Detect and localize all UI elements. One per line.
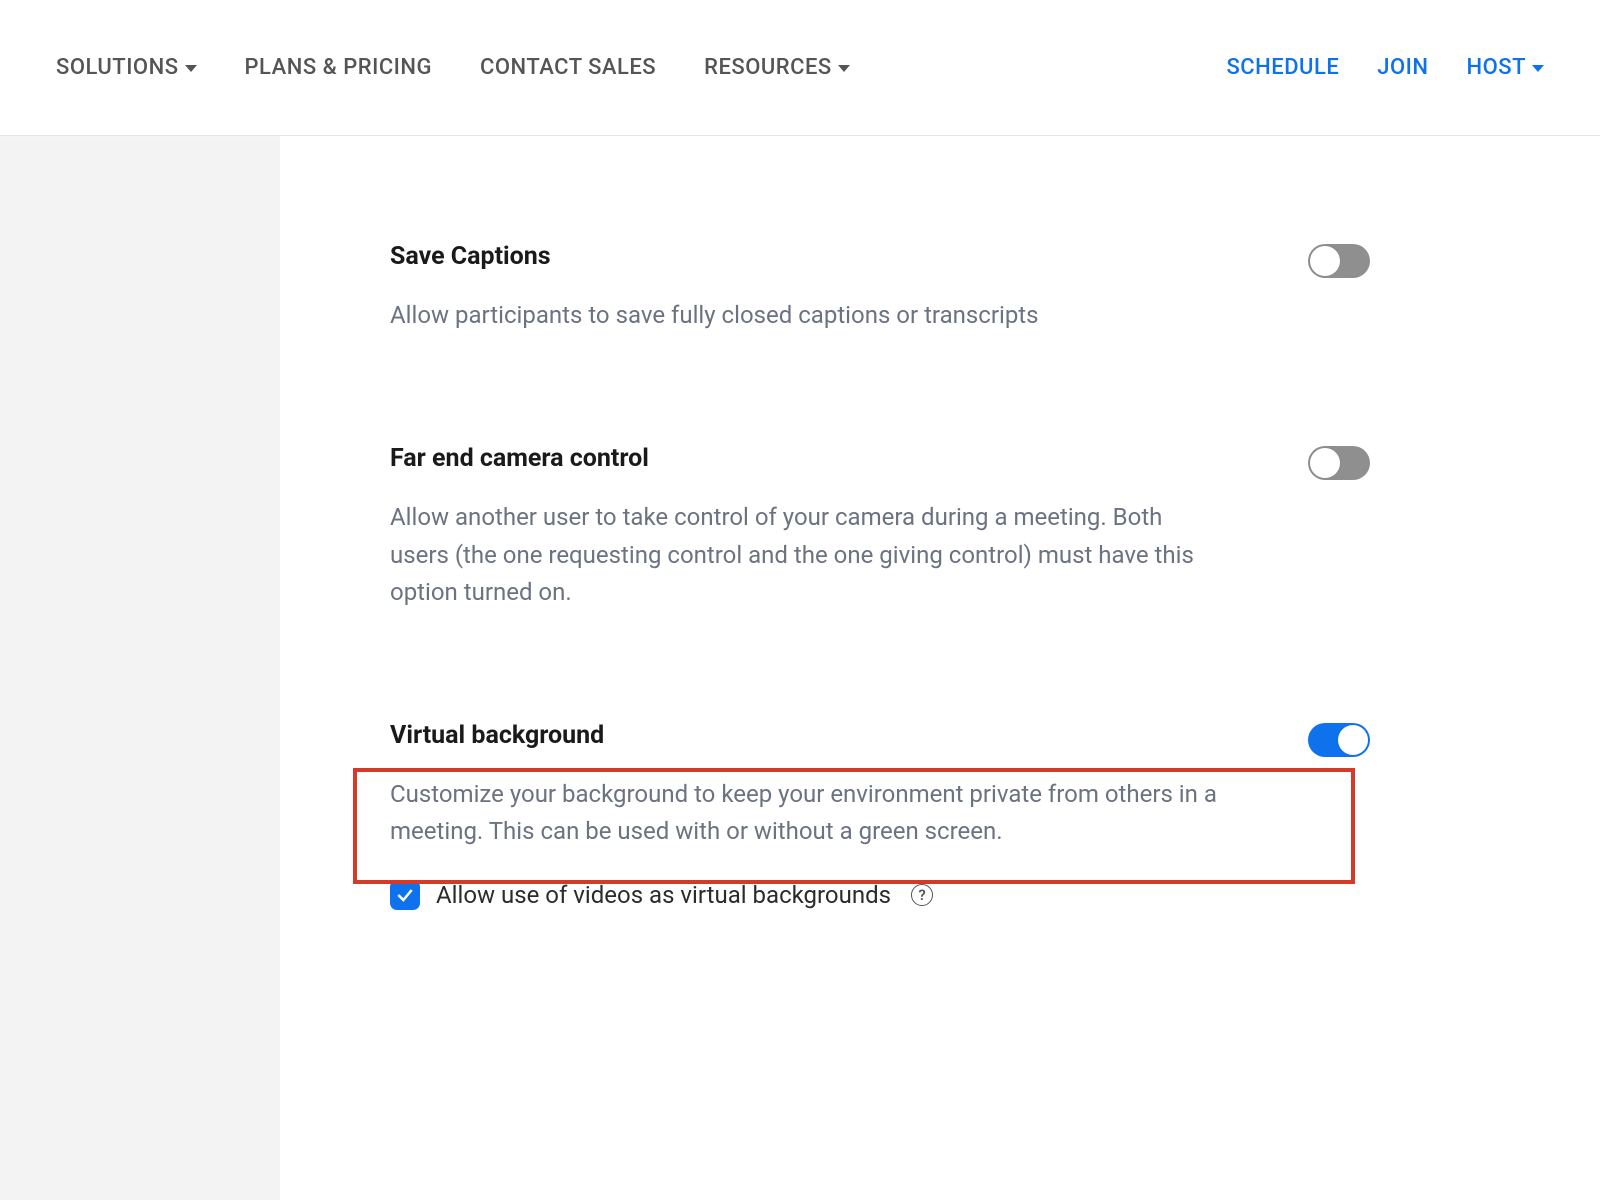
sidebar-area [0, 137, 280, 1200]
nav-host[interactable]: HOST [1467, 55, 1545, 80]
nav-label: RESOURCES [704, 55, 832, 80]
help-icon[interactable]: ? [911, 884, 933, 906]
setting-save-captions: Save Captions Allow participants to save… [390, 242, 1370, 334]
nav-label: PLANS & PRICING [245, 55, 433, 80]
toggle-save-captions[interactable] [1308, 244, 1370, 278]
setting-title: Virtual background [390, 721, 1220, 750]
nav-contact-sales[interactable]: CONTACT SALES [480, 55, 656, 80]
nav-solutions[interactable]: SOLUTIONS [56, 55, 197, 80]
toggle-knob [1338, 725, 1368, 755]
toggle-knob [1310, 246, 1340, 276]
nav-resources[interactable]: RESOURCES [704, 55, 850, 80]
chevron-down-icon [838, 65, 850, 72]
nav-label: SOLUTIONS [56, 55, 179, 80]
settings-list: Full transcript Allow viewing of full tr… [390, 0, 1370, 910]
top-nav: SOLUTIONS PLANS & PRICING CONTACT SALES … [0, 0, 1600, 136]
nav-label: CONTACT SALES [480, 55, 656, 80]
setting-title: Far end camera control [390, 444, 1220, 473]
nav-schedule[interactable]: SCHEDULE [1226, 55, 1339, 80]
toggle-virtual-background[interactable] [1308, 723, 1370, 757]
nav-plans-pricing[interactable]: PLANS & PRICING [245, 55, 433, 80]
nav-label: JOIN [1377, 55, 1428, 80]
setting-text: Virtual background Customize your backgr… [390, 721, 1220, 850]
setting-desc: Allow another user to take control of yo… [390, 499, 1220, 611]
setting-title: Save Captions [390, 242, 1039, 271]
nav-join[interactable]: JOIN [1377, 55, 1428, 80]
setting-desc: Allow participants to save fully closed … [390, 297, 1039, 334]
setting-desc: Customize your background to keep your e… [390, 776, 1220, 850]
checkbox-allow-video-bg[interactable]: Allow use of videos as virtual backgroun… [390, 880, 1370, 910]
chevron-down-icon [1532, 65, 1544, 72]
nav-label: HOST [1467, 55, 1527, 80]
setting-text: Save Captions Allow participants to save… [390, 242, 1039, 334]
nav-left: SOLUTIONS PLANS & PRICING CONTACT SALES … [56, 55, 850, 80]
nav-right: SCHEDULE JOIN HOST [1226, 55, 1544, 80]
toggle-far-end-camera[interactable] [1308, 446, 1370, 480]
checkbox-label: Allow use of videos as virtual backgroun… [436, 881, 891, 909]
setting-virtual-background: Virtual background Customize your backgr… [390, 721, 1370, 850]
chevron-down-icon [185, 65, 197, 72]
setting-text: Far end camera control Allow another use… [390, 444, 1220, 611]
checkbox-icon [390, 880, 420, 910]
toggle-knob [1310, 448, 1340, 478]
setting-far-end-camera: Far end camera control Allow another use… [390, 444, 1370, 611]
nav-label: SCHEDULE [1226, 55, 1339, 80]
